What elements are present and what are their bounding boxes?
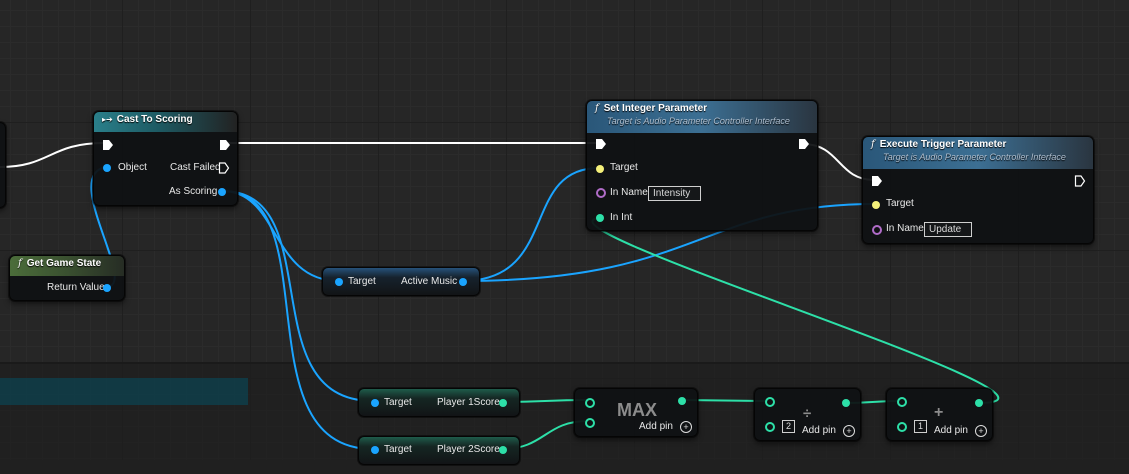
target-label: Target (610, 162, 638, 173)
player1-target-label: Target (384, 397, 412, 408)
in-name-label: In Name (610, 187, 648, 198)
player2-output-pin[interactable] (499, 446, 507, 454)
in-name-field[interactable]: Update (924, 222, 972, 237)
object-wire-music-target[interactable] (461, 167, 600, 282)
function-icon: f (18, 258, 22, 269)
active-music-target-pin[interactable] (335, 278, 343, 286)
cast-to-scoring-node[interactable]: ▸➔ Cast To Scoring Object Cast Failed As … (93, 111, 238, 206)
active-music-node[interactable]: Target Active Music (322, 267, 480, 296)
add-pin-icon[interactable]: + (843, 425, 855, 437)
add-node[interactable]: + 1 Add pin + (886, 388, 993, 441)
execute-trigger-parameter-node[interactable]: f Execute Trigger Parameter Target is Aud… (862, 136, 1094, 244)
max-output-pin[interactable] (678, 397, 686, 405)
add-pin-icon[interactable]: + (680, 421, 692, 433)
cast-failed-label: Cast Failed (170, 162, 221, 173)
divide-add-pin-label[interactable]: Add pin (802, 425, 836, 436)
player2-target-label: Target (384, 444, 412, 455)
divide-input-b-pin[interactable] (765, 422, 775, 432)
set-integer-parameter-node[interactable]: f Set Integer Parameter Target is Audio P… (586, 100, 818, 231)
function-icon: f (871, 139, 875, 150)
player2-score-node[interactable]: Target Player 2Score (358, 436, 520, 465)
divide-output-pin[interactable] (842, 399, 850, 407)
max-title: MAX (617, 400, 657, 420)
object-wire-scoring-p1[interactable] (221, 190, 374, 402)
execute-trigger-parameter-header: f Execute Trigger Parameter Target is Aud… (863, 137, 1093, 169)
cast-icon: ▸➔ (102, 115, 113, 124)
add-value-field[interactable]: 1 (914, 420, 927, 433)
return-value-pin[interactable] (103, 284, 111, 292)
as-scoring-pin[interactable] (218, 188, 226, 196)
get-game-state-title: Get Game State (26, 258, 102, 269)
in-int-pin[interactable] (596, 214, 604, 222)
divide-symbol: ÷ (803, 405, 812, 422)
max-node[interactable]: MAX Add pin + (574, 388, 698, 437)
player1-output-label: Player 1Score (437, 397, 500, 408)
active-music-output-label: Active Music (401, 276, 458, 287)
execute-trigger-parameter-subtitle: Target is Audio Parameter Controller Int… (883, 152, 1066, 162)
object-pin[interactable] (103, 164, 111, 172)
add-output-pin[interactable] (975, 399, 983, 407)
cast-to-scoring-title: Cast To Scoring (116, 114, 193, 125)
max-input-a-pin[interactable] (585, 398, 595, 408)
get-game-state-node[interactable]: f Get Game State Return Value (9, 255, 125, 301)
target-pin[interactable] (872, 201, 880, 209)
active-music-target-label: Target (348, 276, 376, 287)
add-input-a-pin[interactable] (897, 397, 907, 407)
execute-trigger-parameter-title: Execute Trigger Parameter (879, 139, 1007, 150)
add-pin-icon[interactable]: + (975, 425, 987, 437)
add-input-b-pin[interactable] (897, 422, 907, 432)
object-wire-scoring-p2[interactable] (221, 190, 374, 450)
return-value-label: Return Value (47, 282, 105, 293)
as-scoring-label: As Scoring (169, 186, 218, 197)
add-add-pin-label[interactable]: Add pin (934, 425, 968, 436)
max-add-pin-label[interactable]: Add pin (639, 421, 673, 432)
set-integer-parameter-subtitle: Target is Audio Parameter Controller Int… (607, 116, 790, 126)
player1-target-pin[interactable] (371, 399, 379, 407)
in-name-pin[interactable] (596, 188, 606, 198)
object-label: Object (118, 162, 147, 173)
set-integer-parameter-header: f Set Integer Parameter Target is Audio P… (587, 101, 817, 133)
set-integer-parameter-title: Set Integer Parameter (603, 103, 708, 114)
target-label: Target (886, 198, 914, 209)
player1-score-node[interactable]: Target Player 1Score (358, 388, 520, 417)
in-name-pin[interactable] (872, 225, 882, 235)
cast-to-scoring-header: ▸➔ Cast To Scoring (94, 112, 237, 132)
exec-wire-in[interactable] (0, 142, 105, 168)
divide-value-field[interactable]: 2 (782, 420, 795, 433)
divide-node[interactable]: ÷ 2 Add pin + (754, 388, 861, 441)
player2-output-label: Player 2Score (437, 444, 500, 455)
int-wire-add-inint[interactable] (591, 217, 1000, 404)
target-pin[interactable] (596, 165, 604, 173)
divide-input-a-pin[interactable] (765, 397, 775, 407)
player2-target-pin[interactable] (371, 446, 379, 454)
max-input-b-pin[interactable] (585, 418, 595, 428)
active-music-output-pin[interactable] (459, 278, 467, 286)
in-name-label: In Name (886, 223, 924, 234)
get-game-state-header: f Get Game State (10, 256, 124, 276)
add-symbol: + (934, 404, 944, 421)
function-icon: f (595, 103, 599, 114)
offscreen-node[interactable] (0, 122, 6, 208)
in-name-field[interactable]: Intensity (648, 186, 701, 201)
in-int-label: In Int (610, 212, 633, 223)
player1-output-pin[interactable] (499, 399, 507, 407)
